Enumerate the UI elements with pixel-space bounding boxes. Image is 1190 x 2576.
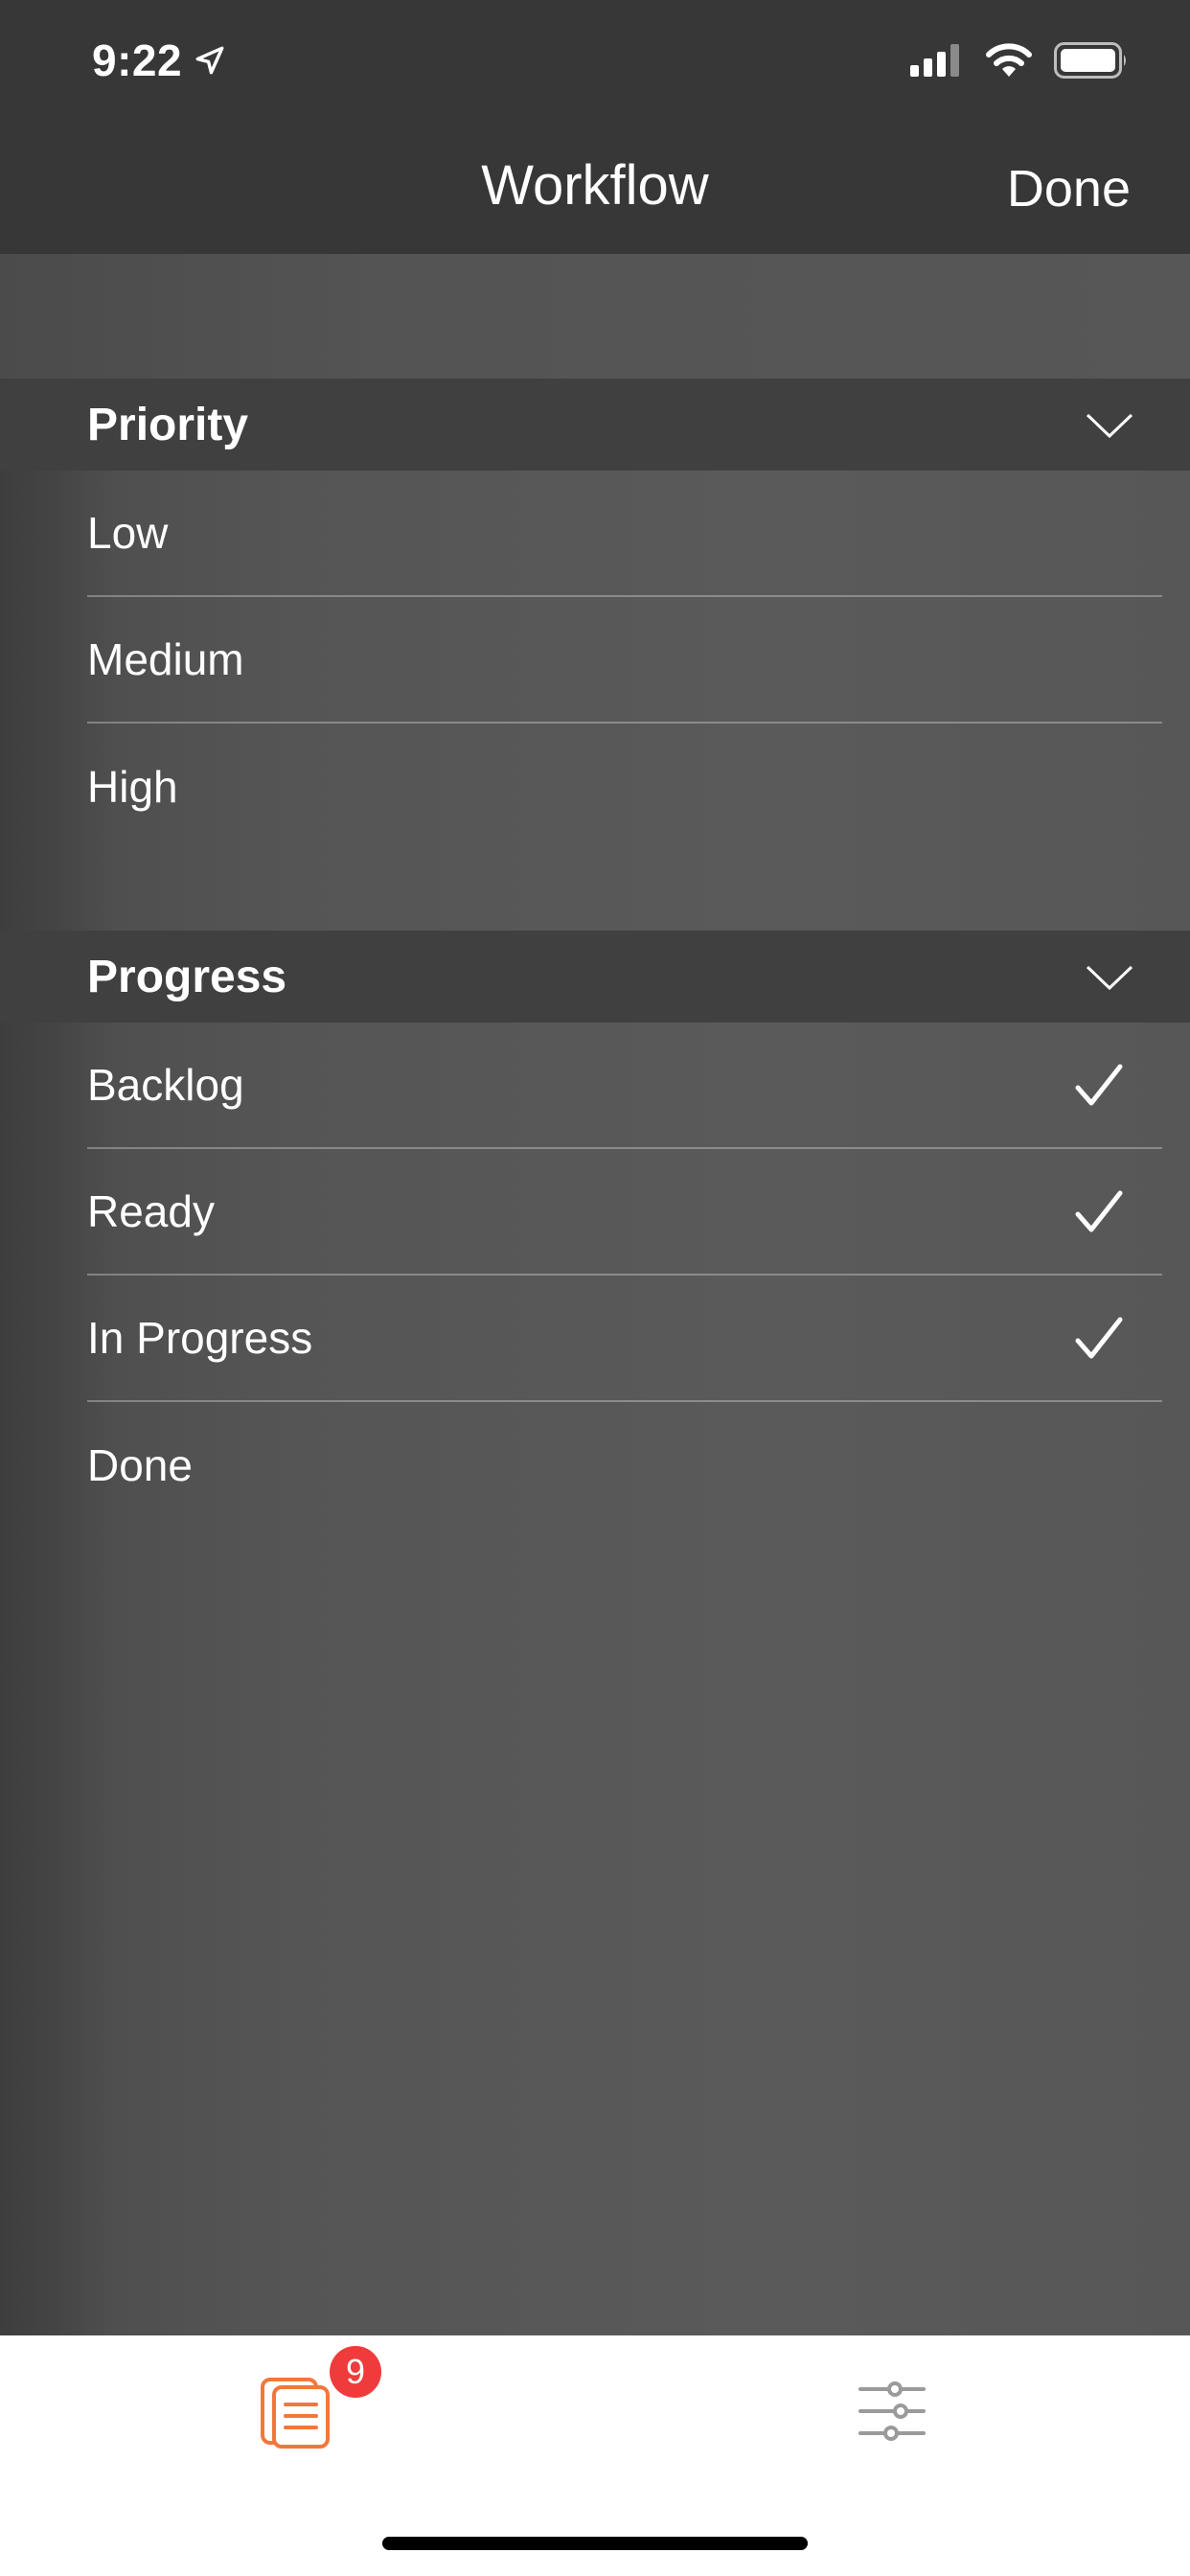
battery-icon (1054, 42, 1126, 79)
done-button[interactable]: Done (1007, 159, 1131, 218)
status-time-text: 9:22 (92, 35, 183, 85)
list-item-medium[interactable]: Medium (87, 597, 1162, 724)
list-item-label: In Progress (87, 1313, 313, 1363)
top-spacer (0, 254, 1190, 379)
checkmark-icon (1075, 1064, 1123, 1106)
checkmark-icon (1075, 1190, 1123, 1232)
cellular-signal-icon (910, 44, 959, 77)
list-item-label: Ready (87, 1186, 215, 1236)
list-item-in-progress[interactable]: In Progress (87, 1276, 1162, 1402)
section-title: Progress (87, 951, 287, 1002)
chevron-down-icon (1086, 965, 1133, 991)
list-item-label: Done (87, 1440, 193, 1490)
section-header-progress[interactable]: Progress (0, 931, 1190, 1023)
chevron-down-icon (1086, 413, 1133, 439)
filter-sliders-icon[interactable] (858, 2380, 926, 2443)
list-item-label: Backlog (87, 1060, 244, 1110)
content-area: Priority Low Medium High Progress Backlo… (0, 254, 1190, 2335)
wifi-icon (986, 43, 1032, 77)
checkmark-icon (1075, 1317, 1123, 1359)
home-indicator (382, 2537, 808, 2550)
tasks-icon[interactable] (259, 2370, 335, 2450)
list-item-low[interactable]: Low (87, 471, 1162, 597)
list-item-backlog[interactable]: Backlog (87, 1023, 1162, 1149)
header: 9:22 Workflow Done (0, 0, 1190, 254)
workflow-screen: 9:22 Workflow Done Priority Low Medium H… (0, 0, 1190, 2576)
section-header-priority[interactable]: Priority (0, 379, 1190, 471)
list-item-label: Medium (87, 634, 244, 684)
status-icons (910, 42, 1129, 79)
list-item-done[interactable]: Done (87, 1402, 1162, 1529)
list-item-ready[interactable]: Ready (87, 1149, 1162, 1276)
list-item-label: Low (87, 508, 169, 558)
location-arrow-icon (195, 46, 224, 75)
status-time: 9:22 (92, 34, 226, 86)
tasks-badge: 9 (330, 2346, 381, 2398)
list-item-high[interactable]: High (87, 724, 1162, 850)
list-item-label: High (87, 762, 178, 812)
section-title: Priority (87, 399, 249, 450)
